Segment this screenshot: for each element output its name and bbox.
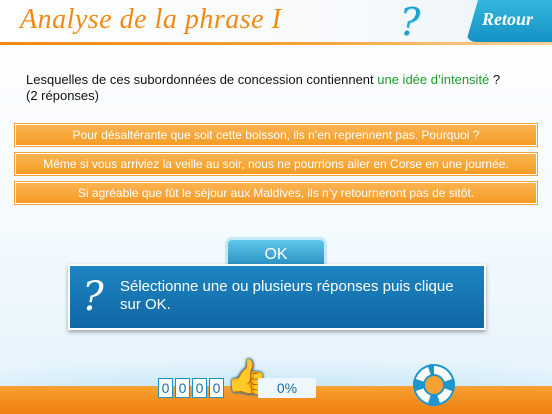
thumbs-up-icon: 👍 xyxy=(226,358,269,396)
score-digit: 0 xyxy=(192,378,207,398)
question-suffix: ? xyxy=(489,72,501,87)
page-title: Analyse de la phrase I xyxy=(20,4,282,35)
lifebuoy-icon[interactable] xyxy=(413,364,455,406)
question-highlight: une idée d’intensité xyxy=(377,72,490,87)
score-digit: 0 xyxy=(209,378,224,398)
question-prefix: Lesquelles de ces subordonnées de conces… xyxy=(26,72,378,87)
progress-text: 0% xyxy=(276,380,298,396)
score-digit: 0 xyxy=(158,378,173,398)
instruction-text: Sélectionne une ou plusieurs réponses pu… xyxy=(120,278,454,313)
answer-option-1[interactable]: Pour désaltérante que soit cette boisson… xyxy=(15,124,537,146)
score-counter: 0 0 0 0 xyxy=(158,378,224,398)
answer-option-3[interactable]: Si agréable que fût le séjour aux Maldiv… xyxy=(15,182,537,204)
answer-option-2[interactable]: Même si vous arriviez la veille au soir,… xyxy=(15,153,537,175)
help-icon[interactable]: ? xyxy=(392,2,428,42)
back-button-label: Retour xyxy=(482,9,534,29)
back-button[interactable]: Retour xyxy=(466,0,552,42)
header-divider xyxy=(0,42,552,45)
question-note: (2 réponses) xyxy=(26,88,99,103)
question-text: Lesquelles de ces subordonnées de conces… xyxy=(26,72,536,104)
progress-bar: 0% xyxy=(258,378,316,398)
instruction-panel: ? Sélectionne une ou plusieurs réponses … xyxy=(68,264,486,330)
question-mark-icon: ? xyxy=(82,274,104,320)
score-digit: 0 xyxy=(175,378,190,398)
